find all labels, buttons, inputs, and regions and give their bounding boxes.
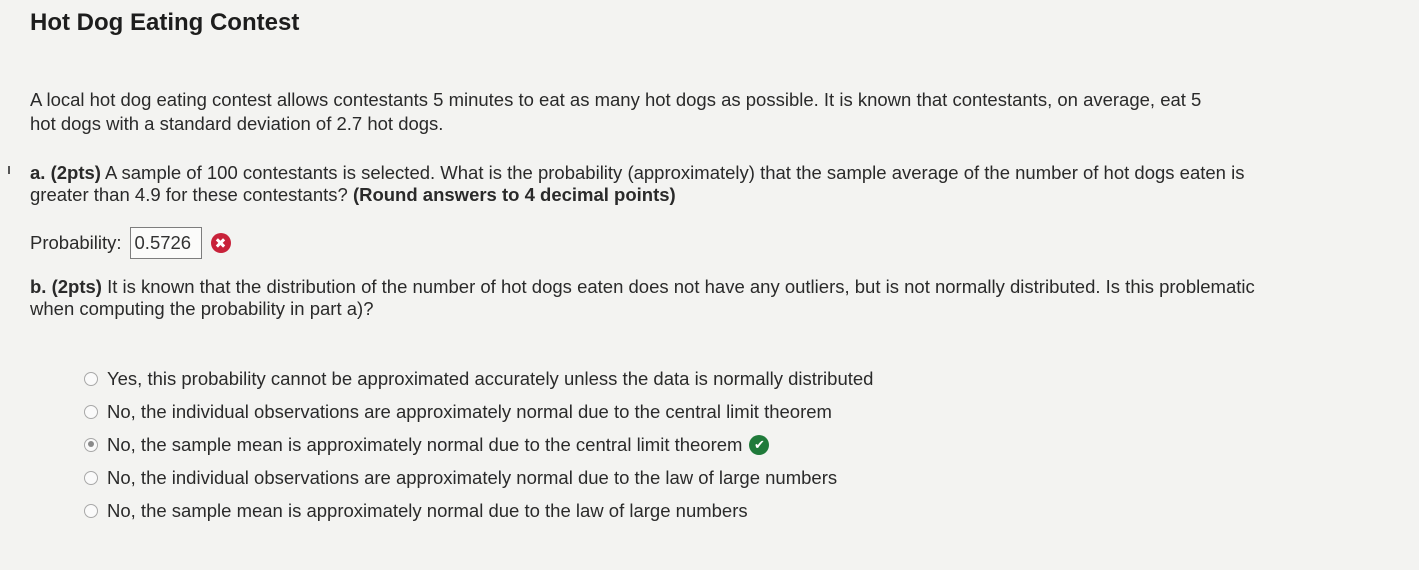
option-label: No, the sample mean is approximately nor… <box>107 499 748 521</box>
probability-label: Probability: <box>30 232 122 253</box>
part-b-label: b. (2pts) <box>30 276 102 297</box>
left-edge-mark <box>8 166 10 174</box>
radio-option[interactable]: Yes, this probability cannot be approxim… <box>84 362 1390 395</box>
radio-option[interactable]: No, the individual observations are appr… <box>84 461 1390 494</box>
option-label: No, the individual observations are appr… <box>107 400 832 422</box>
radio-button-icon[interactable] <box>84 404 98 419</box>
option-label: Yes, this probability cannot be approxim… <box>107 367 874 389</box>
part-a-rounding-note: (Round answers to 4 decimal points) <box>352 184 676 205</box>
part-b-options: Yes, this probability cannot be approxim… <box>84 362 1390 527</box>
incorrect-icon: ✖ <box>210 233 231 253</box>
part-b-question: b. (2pts) It is known that the distribut… <box>30 276 1260 320</box>
probability-input[interactable]: 0.5726 <box>129 227 202 259</box>
page-title: Hot Dog Eating Contest <box>30 9 300 36</box>
part-b-text: It is known that the distribution of the… <box>30 276 1255 319</box>
radio-button-icon[interactable] <box>84 503 98 518</box>
part-a-label: a. (2pts) <box>30 162 101 183</box>
problem-intro: A local hot dog eating contest allows co… <box>30 89 1202 134</box>
correct-check-icon: ✔ <box>749 434 770 455</box>
radio-button-icon[interactable] <box>84 371 98 386</box>
radio-option[interactable]: No, the individual observations are appr… <box>84 395 1390 428</box>
option-label: No, the individual observations are appr… <box>107 466 838 488</box>
radio-button-icon[interactable] <box>84 470 98 485</box>
option-label: No, the sample mean is approximately nor… <box>107 433 743 455</box>
radio-button-checked-icon[interactable] <box>84 437 98 452</box>
question-page: Hot Dog Eating Contest A local hot dog e… <box>30 8 1390 527</box>
part-a-question: a. (2pts) A sample of 100 contestants is… <box>30 162 1260 206</box>
radio-option[interactable]: No, the sample mean is approximately nor… <box>84 494 1390 527</box>
probability-answer-row: Probability: 0.5726 ✖ <box>30 226 1390 260</box>
radio-option-selected[interactable]: No, the sample mean is approximately nor… <box>84 428 1390 461</box>
